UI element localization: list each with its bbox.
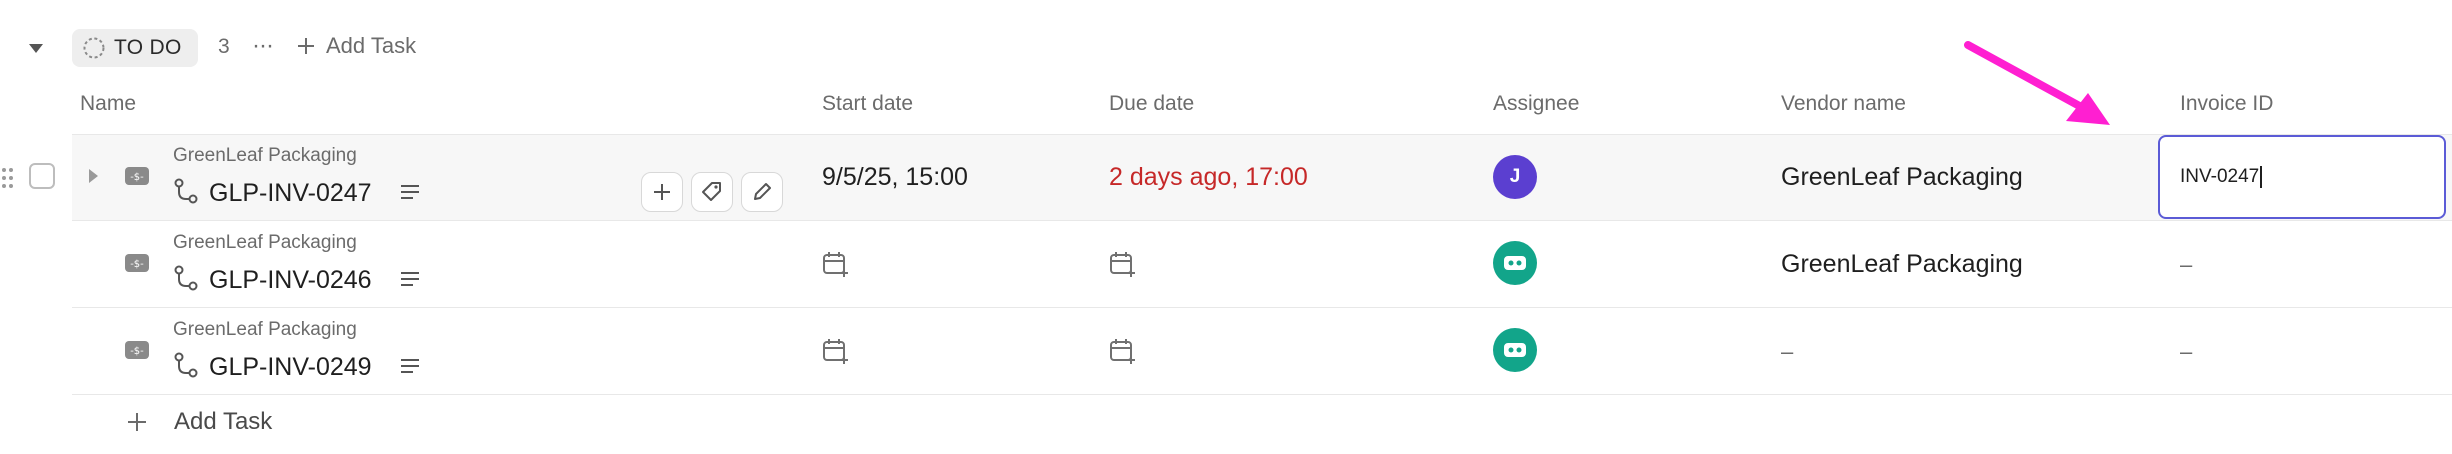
add-task-header-label: Add Task [326,33,417,58]
annotation-arrow-icon [1960,35,2120,140]
column-header-assignee[interactable]: Assignee [1493,92,1579,116]
column-header-start-date[interactable]: Start date [822,92,913,116]
invoice-id-input-value: INV-0247 [2180,166,2260,187]
dependency-icon [173,178,199,209]
task-vendor-label: GreenLeaf Packaging [173,232,357,253]
description-lines-icon [399,357,421,380]
pencil-icon [754,183,771,200]
invoice-task-type-icon: -$- [124,166,150,191]
add-subtask-button[interactable] [641,172,683,212]
vendor-name-value[interactable]: GreenLeaf Packaging [1781,250,2023,279]
caret-down-icon [29,44,43,53]
expand-subtasks-caret-icon[interactable] [86,167,100,190]
due-date-value-overdue[interactable]: 2 days ago, 17:00 [1109,163,1308,192]
add-task-button[interactable]: Add Task [126,408,272,436]
invoice-task-type-icon: -$- [124,340,150,365]
drag-handle-icon[interactable] [0,164,16,197]
add-tag-button[interactable] [691,172,733,212]
text-cursor [2260,166,2262,188]
task-count: 3 [218,35,230,58]
status-circle-dashed-icon [83,37,105,59]
vendor-name-value[interactable]: GreenLeaf Packaging [1781,163,2023,192]
rename-button[interactable] [741,172,783,212]
svg-text:-$-: -$- [130,172,144,183]
set-due-date-calendar-icon[interactable] [1109,250,1137,283]
robot-icon [1504,343,1526,357]
robot-icon [1504,256,1526,270]
task-vendor-label: GreenLeaf Packaging [173,145,357,166]
set-due-date-calendar-icon[interactable] [1109,337,1137,370]
start-date-value[interactable]: 9/5/25, 15:00 [822,163,968,192]
assignee-avatar[interactable]: J [1493,155,1537,199]
column-header-due-date[interactable]: Due date [1109,92,1194,116]
invoice-id-empty[interactable]: – [2180,339,2192,365]
set-start-date-calendar-icon[interactable] [822,337,850,370]
task-title[interactable]: GLP-INV-0247 [209,179,372,208]
set-start-date-calendar-icon[interactable] [822,250,850,283]
column-header-invoice-id[interactable]: Invoice ID [2180,92,2273,116]
invoice-task-type-icon: -$- [124,253,150,278]
add-task-label: Add Task [174,408,273,435]
tag-icon [702,182,721,201]
status-pill-todo[interactable]: TO DO [72,29,198,67]
assignee-bot-avatar[interactable] [1493,241,1537,285]
assignee-initial: J [1509,166,1521,187]
description-lines-icon [399,270,421,293]
status-label: TO DO [114,36,182,59]
svg-text:-$-: -$- [130,259,144,270]
dependency-icon [173,352,199,383]
task-vendor-label: GreenLeaf Packaging [173,319,357,340]
column-header-name[interactable]: Name [80,92,136,116]
row-select-checkbox[interactable] [29,163,55,189]
column-header-vendor-name[interactable]: Vendor name [1781,92,1906,116]
dependency-icon [173,265,199,296]
invoice-id-input[interactable]: INV-0247 [2158,135,2446,219]
plus-icon [298,38,314,54]
table-row[interactable] [72,309,2452,395]
vendor-name-empty[interactable]: – [1781,339,1793,365]
invoice-id-empty[interactable]: – [2180,252,2192,278]
collapse-group-toggle[interactable] [26,38,46,58]
task-title[interactable]: GLP-INV-0246 [209,266,372,295]
description-lines-icon [399,183,421,206]
add-task-header-button[interactable]: Add Task [296,33,416,59]
svg-text:-$-: -$- [130,346,144,357]
plus-icon [654,184,670,200]
task-title[interactable]: GLP-INV-0249 [209,353,372,382]
table-row[interactable] [72,222,2452,308]
plus-icon [128,413,146,431]
more-options-icon[interactable]: ··· [252,32,274,60]
assignee-bot-avatar[interactable] [1493,328,1537,372]
